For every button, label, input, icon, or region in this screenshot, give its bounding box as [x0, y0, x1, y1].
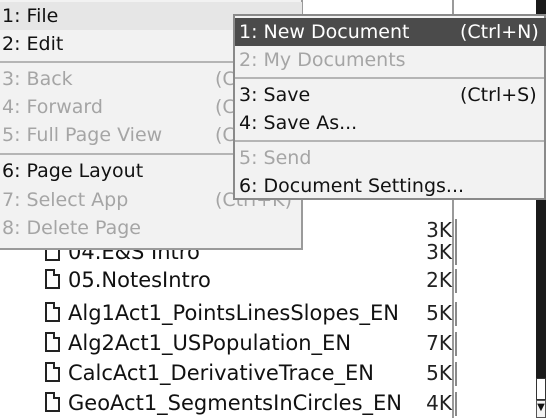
file-size: 3K [392, 237, 457, 267]
menu-item-save-as[interactable]: 4: Save As... [235, 109, 546, 137]
file-name: Alg2Act1_USPopulation_EN [68, 331, 352, 355]
file-size: 2K [392, 265, 457, 295]
menu-separator [235, 77, 544, 79]
menu-item-my-documents: 2: My Documents [239, 49, 406, 71]
menu-item-save[interactable]: 3: Save (Ctrl+S) [235, 81, 546, 109]
file-submenu: 1: New Document (Ctrl+N) 2: My Documents… [233, 14, 546, 200]
file-size: 5K [392, 358, 457, 388]
file-row[interactable]: Alg2Act1_USPopulation_EN 7K [0, 327, 536, 360]
file-row[interactable]: 05.NotesIntro 2K [0, 264, 536, 297]
menu-item-delete-page: 8: Delete Page [2, 217, 141, 239]
scrollbar-thumb[interactable] [536, 378, 546, 400]
file-name: GeoAct1_SegmentsInCircles_EN [68, 391, 403, 415]
file-name: 05.NotesIntro [68, 268, 211, 292]
scroll-down-icon[interactable]: ▼ [536, 400, 546, 418]
document-icon [45, 302, 60, 322]
file-row[interactable]: GeoAct1_SegmentsInCircles_EN 4K [0, 387, 536, 420]
menu-item-document-settings[interactable]: 6: Document Settings... [235, 172, 546, 200]
document-icon [45, 362, 60, 382]
menu-separator [235, 140, 544, 142]
file-name: CalcAct1_DerivativeTrace_EN [68, 361, 375, 385]
menu-item-send: 5: Send [239, 147, 312, 169]
file-row[interactable]: CalcAct1_DerivativeTrace_EN 5K [0, 357, 536, 390]
document-icon [45, 269, 60, 289]
shortcut-label: (Ctrl+N) [460, 21, 539, 43]
file-size: 5K [392, 298, 457, 328]
menu-item-new-document[interactable]: 1: New Document (Ctrl+N) [235, 18, 546, 46]
file-row[interactable]: Alg1Act1_PointsLinesSlopes_EN 5K [0, 297, 536, 330]
shortcut-label: (Ctrl+S) [460, 84, 537, 106]
document-icon [45, 332, 60, 352]
file-name: Alg1Act1_PointsLinesSlopes_EN [68, 301, 399, 325]
document-icon [45, 392, 60, 412]
file-size: 4K [392, 388, 457, 418]
file-size: 7K [392, 328, 457, 358]
